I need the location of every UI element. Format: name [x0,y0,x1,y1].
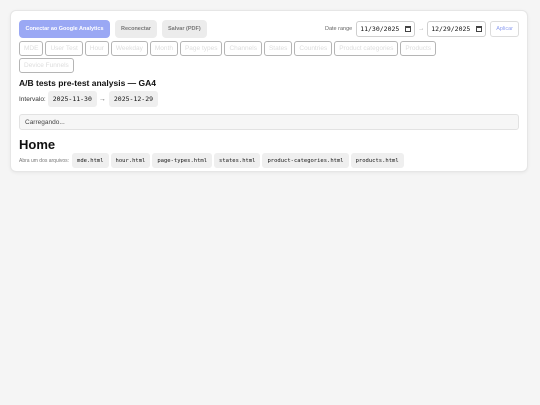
tab-channels[interactable]: Channels [224,41,262,56]
end-date-value: 12/29/2025 [431,25,471,33]
apply-button[interactable]: Aplicar [490,21,519,37]
file-link-products[interactable]: products.html [350,153,404,168]
tab-states[interactable]: States [263,41,293,56]
tab-countries[interactable]: Countries [294,41,333,56]
loading-status: Carregando... [19,114,519,130]
save-pdf-button[interactable]: Salvar (PDF) [161,20,207,38]
start-date-value: 11/30/2025 [360,25,400,33]
main-card: Conectar ao Google Analytics Reconectar … [10,10,528,172]
report-tabs: MDE User Test Hour Weekday Month Page ty… [19,41,489,75]
files-label: Abra um dos arquivos: [19,157,70,164]
interval-end: 2025-12-29 [108,91,159,107]
file-link-hour[interactable]: hour.html [110,153,151,168]
tab-user-test[interactable]: User Test [45,41,83,56]
date-range-arrow: → [418,26,425,32]
interval-start: 2025-11-30 [47,91,97,107]
interval-row: Intervalo: 2025-11-30 → 2025-12-29 [19,91,519,107]
page-title: A/B tests pre-test analysis — GA4 [19,78,156,88]
tab-device-funnels[interactable]: Device Funnels [19,58,74,73]
tab-page-types[interactable]: Page types [179,41,223,56]
reconnect-button[interactable]: Reconectar [115,20,157,38]
tab-mde[interactable]: MDE [19,41,44,56]
file-links: Abra um dos arquivos: mde.html hour.html… [19,153,519,168]
file-link-mde[interactable]: mde.html [72,153,109,168]
tab-month[interactable]: Month [149,41,178,56]
start-date-input[interactable]: 11/30/2025 [356,21,416,37]
connect-google-analytics-button[interactable]: Conectar ao Google Analytics [19,20,110,38]
calendar-icon[interactable] [476,26,483,32]
calendar-icon[interactable] [405,26,412,32]
file-link-states[interactable]: states.html [214,153,261,168]
file-link-page-types[interactable]: page-types.html [152,153,213,168]
interval-arrow: → [98,95,106,103]
end-date-input[interactable]: 12/29/2025 [427,21,487,37]
tab-product-categories[interactable]: Product categories [334,41,399,56]
file-link-product-categories[interactable]: product-categories.html [262,153,349,168]
home-heading: Home [19,137,56,152]
date-range-label: Date range [324,26,353,32]
tab-weekday[interactable]: Weekday [110,41,148,56]
toolbar: Conectar ao Google Analytics Reconectar … [19,20,519,38]
tab-products[interactable]: Products [400,41,437,56]
interval-label: Intervalo: [19,95,46,103]
tab-hour[interactable]: Hour [84,41,109,56]
